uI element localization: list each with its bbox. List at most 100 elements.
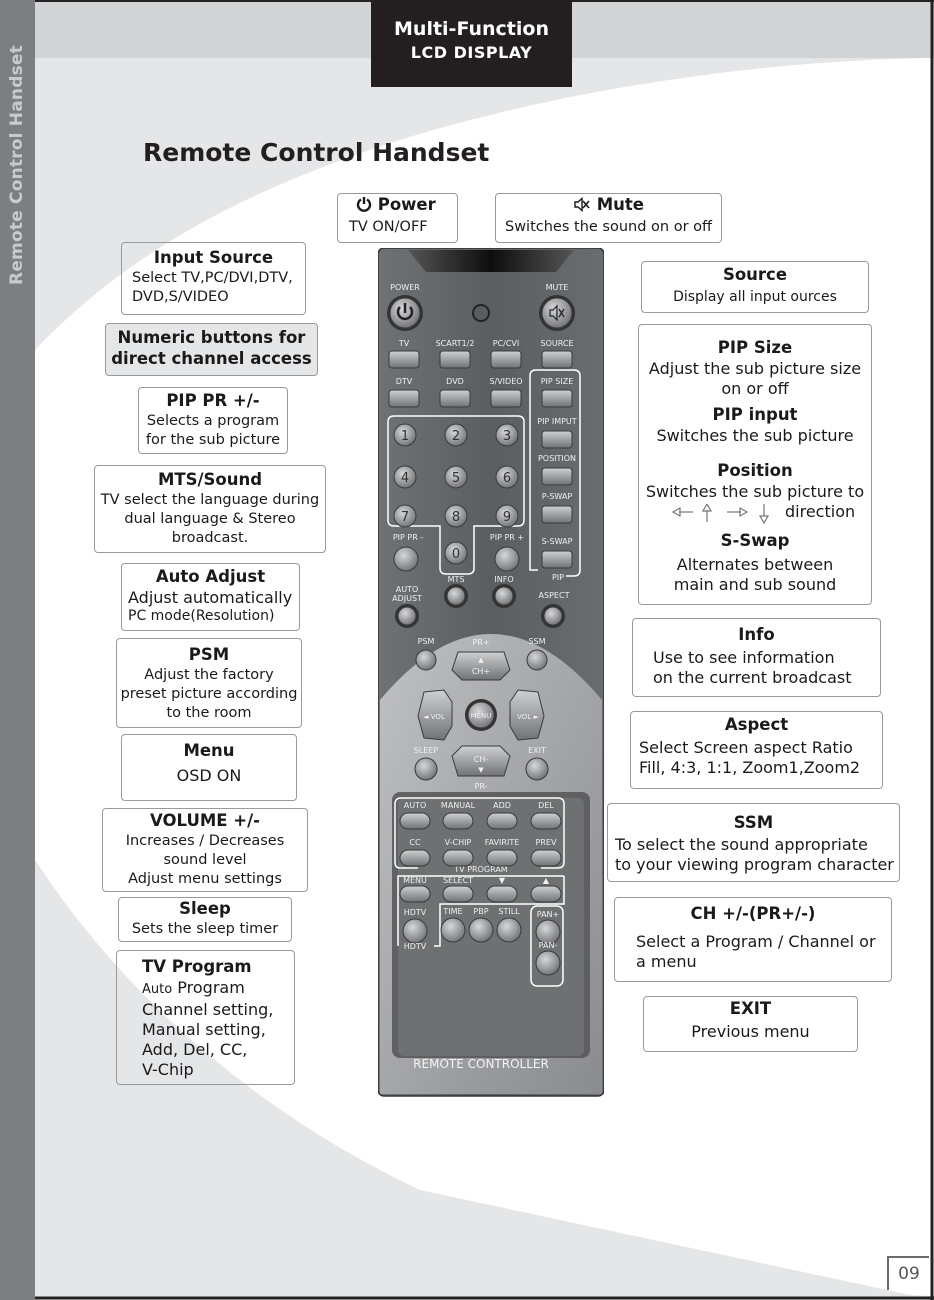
remote-button-favirite[interactable] bbox=[486, 849, 518, 867]
remote-aspect-button[interactable] bbox=[543, 606, 563, 626]
remote-pr-plus-label: PR+ bbox=[472, 638, 489, 647]
remote-digit-label-0: 0 bbox=[452, 547, 460, 562]
remote-ch-plus-label: CH+ bbox=[472, 667, 490, 676]
remote-nav-button-1[interactable] bbox=[442, 885, 474, 903]
remote-button-sswap[interactable] bbox=[541, 550, 573, 569]
remote-ch-up-arrow: ▲ bbox=[478, 656, 484, 664]
remote-button-dtv[interactable] bbox=[388, 389, 420, 408]
remote-button-vchip[interactable] bbox=[442, 849, 474, 867]
remote-row1-label-0: TV bbox=[398, 339, 410, 348]
remote-digit-label-4: 4 bbox=[401, 471, 409, 486]
remote-pan-plus-label: PAN+ bbox=[537, 910, 559, 919]
remote-bottom-label-1: PBP bbox=[473, 907, 488, 916]
remote-pan-minus-label: PAN- bbox=[539, 941, 558, 950]
remote-digit-label-6: 6 bbox=[503, 471, 511, 486]
remote-button-auto[interactable] bbox=[399, 812, 431, 830]
remote-vol-left-label: ◄ VOL bbox=[423, 713, 445, 721]
remote-auto-label-2: ADJUST bbox=[392, 594, 422, 603]
remote-pip-pr-plus-label: PIP PR + bbox=[490, 533, 524, 542]
remote-nav-label-2: ▼ bbox=[499, 876, 506, 885]
remote-info-label: INFO bbox=[494, 575, 513, 584]
remote-tvp1-label-0: AUTO bbox=[404, 801, 427, 810]
remote-auto-label-1: AUTO bbox=[396, 585, 419, 594]
remote-button-add[interactable] bbox=[486, 812, 518, 830]
remote-controls-layer: POWER MUTE TV SCART1/2 PC/CVI SOURCE DTV DVD S/V… bbox=[387, 283, 581, 1071]
remote-row2-label-2: S/VIDEO bbox=[489, 377, 522, 386]
remote-pip-label-0: PIP IMPUT bbox=[537, 417, 576, 426]
remote-button-still[interactable] bbox=[496, 917, 522, 943]
remote-tvp1-label-2: ADD bbox=[493, 801, 511, 810]
remote-button-svideo[interactable] bbox=[490, 389, 522, 408]
remote-button-time[interactable] bbox=[440, 917, 466, 943]
remote-aspect-label: ASPECT bbox=[539, 591, 570, 600]
remote-digit-label-2: 2 bbox=[452, 429, 460, 444]
remote-pip-label-3: S-SWAP bbox=[542, 537, 573, 546]
remote-psm-label: PSM bbox=[418, 637, 435, 646]
remote-digit-label-9: 9 bbox=[503, 510, 511, 525]
remote-nav-button-0[interactable] bbox=[399, 885, 431, 903]
remote-pan-minus-button[interactable] bbox=[535, 950, 561, 976]
remote-mts-label: MTS bbox=[448, 575, 465, 584]
remote-button-prev[interactable] bbox=[530, 849, 562, 867]
manual-page: Remote Control Handset Multi-Function LC… bbox=[0, 0, 934, 1300]
remote-pip-pr-minus-label: PIP PR - bbox=[393, 533, 423, 542]
remote-mts-button[interactable] bbox=[446, 586, 466, 606]
remote-sleep-button[interactable] bbox=[414, 757, 438, 781]
remote-button-pswap[interactable] bbox=[541, 505, 573, 524]
remote-brand-label: REMOTE CONTROLLER bbox=[413, 1057, 549, 1071]
remote-button-pipsize[interactable] bbox=[541, 389, 573, 408]
remote-hdtv-label: HDTV bbox=[404, 908, 427, 917]
remote-digit-label-8: 8 bbox=[452, 510, 460, 525]
remote-nav-label-1: SELECT bbox=[443, 876, 473, 885]
remote-button-cc[interactable] bbox=[399, 849, 431, 867]
remote-bottom-label-2: STILL bbox=[498, 907, 520, 916]
remote-tvp1-label-3: DEL bbox=[538, 801, 554, 810]
remote-ch-down-arrow: ▼ bbox=[478, 766, 484, 774]
remote-button-position[interactable] bbox=[541, 467, 573, 486]
remote-exit-button[interactable] bbox=[525, 757, 549, 781]
remote-button-manual[interactable] bbox=[442, 812, 474, 830]
remote-digit-label-3: 3 bbox=[503, 429, 511, 444]
remote-vol-right-label: VOL ► bbox=[517, 713, 539, 721]
remote-hdtv-group-label: HDTV bbox=[404, 942, 427, 951]
remote-row2-label-0: DTV bbox=[396, 377, 413, 386]
remote-button-del[interactable] bbox=[530, 812, 562, 830]
remote-button-pbp[interactable] bbox=[468, 917, 494, 943]
remote-button-source[interactable] bbox=[541, 350, 573, 369]
page-number: 09 bbox=[887, 1256, 929, 1290]
remote-sleep-label: SLEEP bbox=[414, 746, 439, 755]
remote-ir-sensor bbox=[472, 304, 490, 322]
remote-button-scart12[interactable] bbox=[439, 350, 471, 369]
remote-button-tv[interactable] bbox=[388, 350, 420, 369]
remote-digit-label-1: 1 bbox=[401, 429, 409, 444]
remote-pip-pr-plus-button[interactable] bbox=[494, 546, 520, 572]
remote-ch-minus-label: CH- bbox=[474, 755, 489, 764]
remote-ssm-label: SSM bbox=[528, 637, 545, 646]
remote-nav-button-2[interactable] bbox=[486, 885, 518, 903]
remote-pip-label-1: POSITION bbox=[538, 454, 576, 463]
remote-tvp2-label-3: PREV bbox=[536, 838, 557, 847]
remote-nav-button-3[interactable] bbox=[530, 885, 562, 903]
remote-pip-label-2: P-SWAP bbox=[542, 492, 573, 501]
remote-psm-button[interactable] bbox=[415, 649, 437, 671]
remote-row2-label-1: DVD bbox=[446, 377, 464, 386]
remote-row1-label-1: SCART1/2 bbox=[436, 339, 475, 348]
remote-mute-label: MUTE bbox=[546, 283, 569, 292]
remote-row2-label-3: PIP SIZE bbox=[541, 377, 574, 386]
remote-pip-pr-minus-button[interactable] bbox=[393, 546, 419, 572]
remote-auto-adjust-button[interactable] bbox=[397, 606, 417, 626]
remote-ssm-button[interactable] bbox=[526, 649, 548, 671]
remote-bottom-label-0: TIME bbox=[442, 907, 462, 916]
remote-digit-label-7: 7 bbox=[401, 510, 409, 525]
remote-tvp2-label-1: V-CHIP bbox=[445, 838, 472, 847]
remote-nav-label-3: ▲ bbox=[543, 876, 550, 885]
remote-hdtv-button[interactable] bbox=[402, 918, 428, 944]
remote-button-pipimput[interactable] bbox=[541, 430, 573, 449]
remote-pip-group-label: PIP bbox=[552, 573, 564, 582]
remote-tvp2-label-2: FAVIRITE bbox=[485, 838, 520, 847]
remote-info-button[interactable] bbox=[494, 586, 514, 606]
remote-pr-minus-label: PR- bbox=[475, 782, 488, 791]
remote-button-pccvi[interactable] bbox=[490, 350, 522, 369]
remote-row1-label-3: SOURCE bbox=[540, 339, 573, 348]
remote-button-dvd[interactable] bbox=[439, 389, 471, 408]
